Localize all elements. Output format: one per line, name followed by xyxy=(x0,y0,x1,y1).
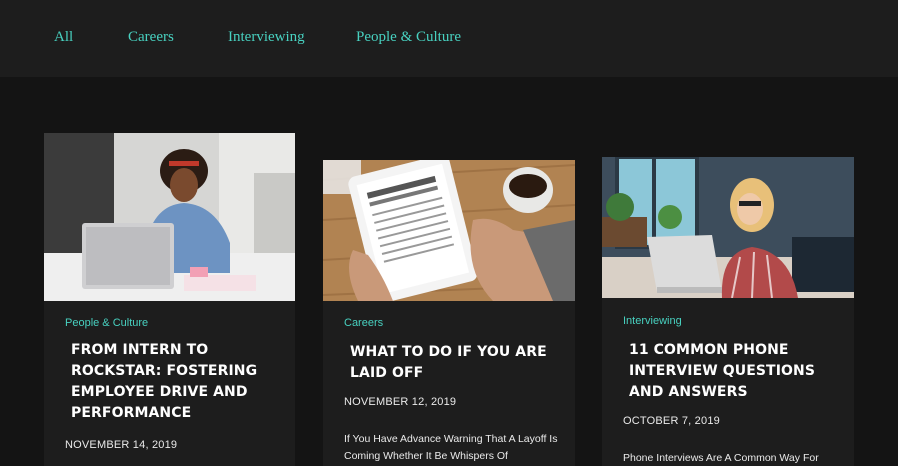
category-filter-nav: All Careers Interviewing People & Cultur… xyxy=(0,0,898,77)
post-card[interactable]: Careers What to Do If You Are Laid Off N… xyxy=(323,160,575,466)
filter-people-culture[interactable]: People & Culture xyxy=(356,29,461,46)
post-title[interactable]: From Intern to Rockstar: Fostering Emplo… xyxy=(71,340,276,424)
post-excerpt: If You Have Advance Warning That A Layof… xyxy=(344,433,558,462)
post-date: NOVEMBER 14, 2019 xyxy=(65,439,178,451)
post-excerpt: Phone Interviews Are A Common Way For xyxy=(623,452,819,464)
post-category[interactable]: Interviewing xyxy=(623,315,682,327)
post-card[interactable]: Interviewing 11 Common Phone Interview Q… xyxy=(602,157,854,466)
filter-careers[interactable]: Careers xyxy=(128,29,174,46)
post-image-woman-laptop[interactable] xyxy=(44,133,295,301)
filter-interviewing[interactable]: Interviewing xyxy=(228,29,305,46)
post-title[interactable]: 11 Common Phone Interview Questions and … xyxy=(629,340,844,403)
post-image-woman-phone[interactable] xyxy=(602,157,854,298)
post-category[interactable]: Careers xyxy=(344,317,383,329)
post-image-termination-form[interactable] xyxy=(323,160,575,301)
filter-all[interactable]: All xyxy=(54,29,73,46)
post-date: NOVEMBER 12, 2019 xyxy=(344,396,457,408)
post-title[interactable]: What to Do If You Are Laid Off xyxy=(350,342,555,384)
post-date: OCTOBER 7, 2019 xyxy=(623,415,720,427)
post-card[interactable]: People & Culture From Intern to Rockstar… xyxy=(44,133,295,466)
post-category[interactable]: People & Culture xyxy=(65,317,148,329)
